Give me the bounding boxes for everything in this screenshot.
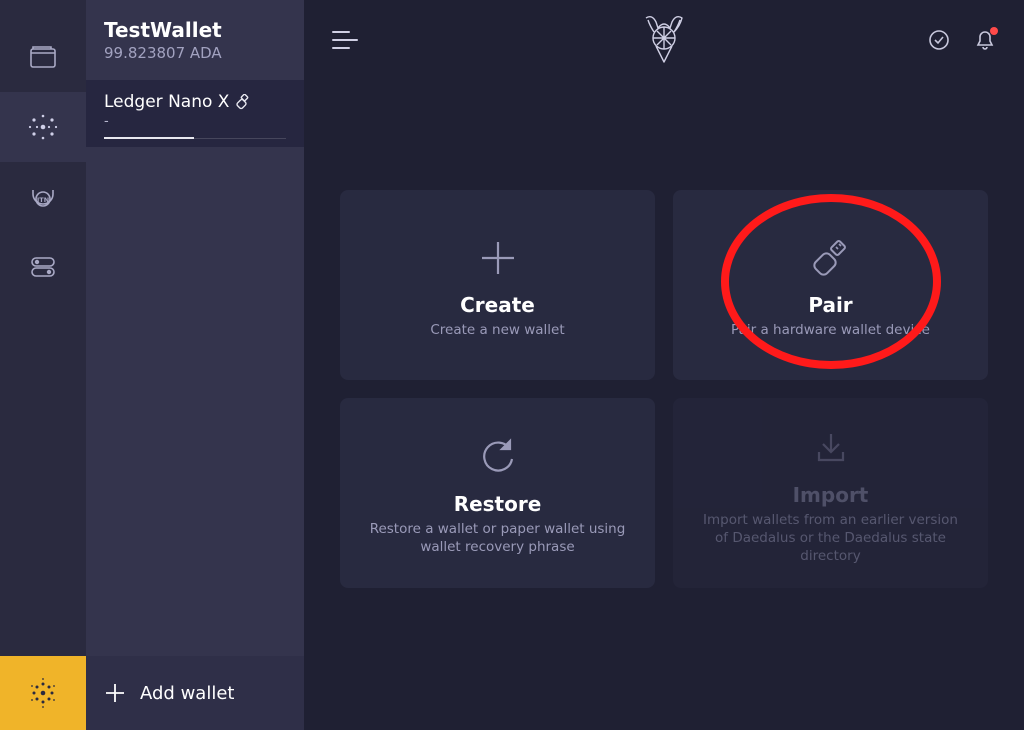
restore-icon xyxy=(476,430,520,484)
plus-icon xyxy=(104,682,126,704)
tile-title: Pair xyxy=(808,293,852,317)
tile-desc: Pair a hardware wallet device xyxy=(731,321,930,339)
svg-text:ITN: ITN xyxy=(37,196,49,204)
wallet-header: TestWallet 99.823807 ADA xyxy=(86,0,304,80)
tile-title: Import xyxy=(793,483,869,507)
plus-icon xyxy=(476,231,520,285)
rail-wallets[interactable] xyxy=(0,22,86,92)
tile-create[interactable]: Create Create a new wallet xyxy=(340,190,655,380)
toggles-icon xyxy=(30,256,56,278)
rail-ada[interactable] xyxy=(0,656,86,730)
wallet-balance: 99.823807 ADA xyxy=(104,44,286,62)
wallet-item-sub: - xyxy=(104,114,286,129)
tile-title: Create xyxy=(460,293,535,317)
notification-dot xyxy=(990,27,998,35)
add-wallet-button[interactable]: Add wallet xyxy=(86,656,304,730)
ada-icon xyxy=(26,676,60,710)
usb-icon xyxy=(235,94,251,110)
rail-itn[interactable]: ITN xyxy=(0,162,86,232)
wallet-item-name: Ledger Nano X xyxy=(104,92,229,112)
usb-icon xyxy=(809,231,853,285)
wallet-icon xyxy=(29,45,57,69)
rail-settings[interactable] xyxy=(0,232,86,302)
wallet-item-ledger[interactable]: Ledger Nano X - xyxy=(86,80,304,147)
import-icon xyxy=(809,421,853,475)
main-area: Create Create a new wallet Pair Pair a h… xyxy=(304,0,1024,730)
tile-title: Restore xyxy=(454,492,542,516)
notifications-button[interactable] xyxy=(974,29,996,51)
nav-rail: ITN xyxy=(0,0,86,730)
tile-pair[interactable]: Pair Pair a hardware wallet device xyxy=(673,190,988,380)
tile-import[interactable]: Import Import wallets from an earlier ve… xyxy=(673,398,988,588)
add-wallet-label: Add wallet xyxy=(140,683,234,704)
tile-desc: Create a new wallet xyxy=(430,321,564,339)
tile-desc: Import wallets from an earlier version o… xyxy=(699,511,962,566)
topbar xyxy=(304,0,1024,80)
menu-button[interactable] xyxy=(332,31,358,49)
content: Create Create a new wallet Pair Pair a h… xyxy=(304,80,1024,730)
tile-restore[interactable]: Restore Restore a wallet or paper wallet… xyxy=(340,398,655,588)
tile-desc: Restore a wallet or paper wallet using w… xyxy=(366,520,629,556)
app-logo xyxy=(636,12,692,68)
rail-network[interactable] xyxy=(0,92,86,162)
sync-icon[interactable] xyxy=(928,29,950,51)
wallet-sidebar: TestWallet 99.823807 ADA Ledger Nano X -… xyxy=(86,0,304,730)
network-icon xyxy=(26,110,60,144)
itn-icon: ITN xyxy=(29,184,57,210)
wallet-name: TestWallet xyxy=(104,18,286,42)
